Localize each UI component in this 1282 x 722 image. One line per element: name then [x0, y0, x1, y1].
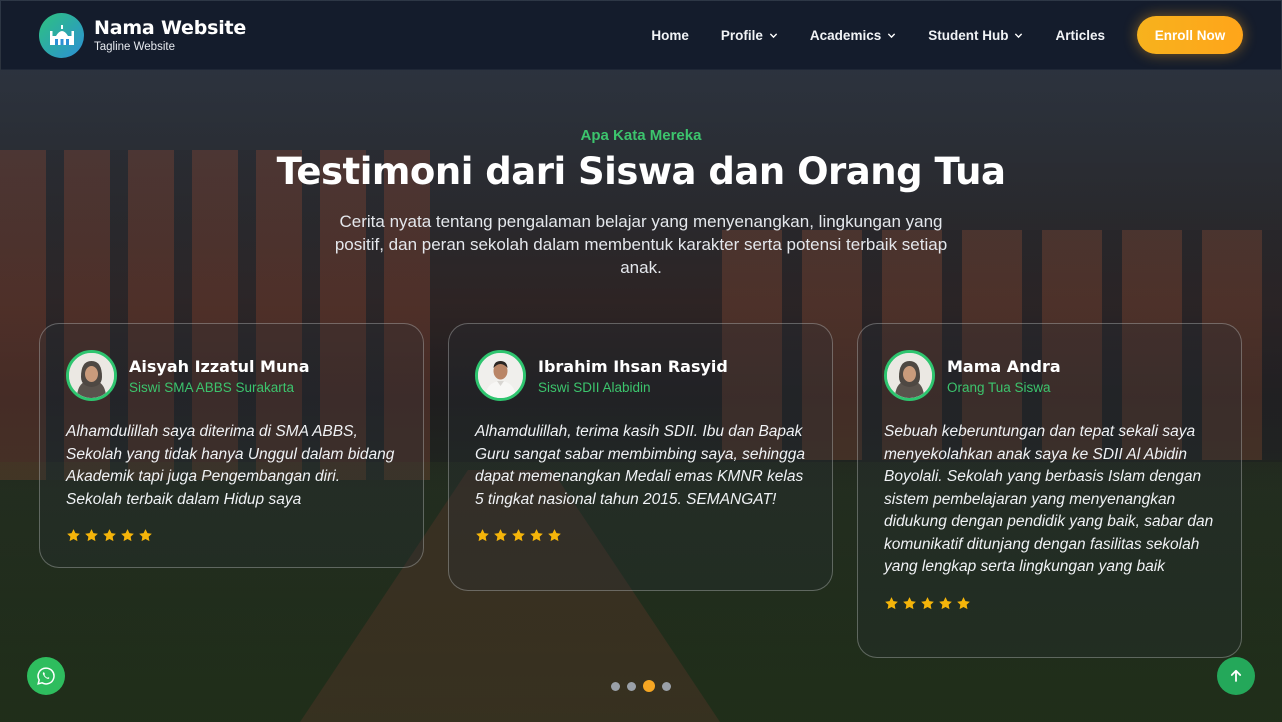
- star-icon: [476, 529, 489, 542]
- star-icon: [103, 529, 116, 542]
- author-name: Ibrahim Ihsan Rasyid: [538, 356, 728, 376]
- star-rating: [475, 528, 806, 543]
- nav-item-label: Academics: [809, 27, 882, 43]
- whatsapp-icon: [37, 667, 55, 685]
- author-info: Mama Andra Orang Tua Siswa: [947, 357, 1061, 395]
- star-icon: [494, 529, 507, 542]
- star-icon: [903, 596, 916, 609]
- star-icon: [957, 596, 970, 609]
- avatar: [475, 350, 526, 401]
- nav-item-home[interactable]: Home: [651, 28, 689, 43]
- star-icon: [67, 529, 80, 542]
- author-role: Orang Tua Siswa: [947, 379, 1051, 395]
- star-icon: [85, 529, 98, 542]
- arrow-up-icon: [1230, 669, 1242, 682]
- star-rating: [66, 528, 397, 543]
- star-icon: [939, 596, 952, 609]
- carousel-dot-active[interactable]: [643, 680, 655, 692]
- site-tagline: Tagline Website: [94, 41, 175, 53]
- author-info: Aisyah Izzatul Muna Siswi SMA ABBS Surak…: [129, 357, 310, 395]
- star-icon: [139, 529, 152, 542]
- brand-text: Nama Website Tagline Website: [94, 17, 246, 53]
- enroll-now-button[interactable]: Enroll Now: [1137, 16, 1243, 54]
- author-role: Siswi SMA ABBS Surakarta: [129, 379, 295, 395]
- section-description: Cerita nyata tentang pengalaman belajar …: [334, 212, 948, 277]
- star-icon: [512, 529, 525, 542]
- main-nav: Home Profile Academics Student Hub Artic…: [651, 16, 1281, 54]
- chevron-down-icon: [1015, 32, 1023, 38]
- section-title: Testimoni dari Siswa dan Orang Tua: [276, 150, 1006, 193]
- nav-item-label: Student Hub: [928, 27, 1009, 43]
- scroll-to-top-button[interactable]: [1217, 657, 1255, 695]
- testimonial-quote: Alhamdulillah, terima kasih SDII. Ibu da…: [475, 423, 805, 508]
- mosque-icon: [39, 12, 84, 58]
- carousel-pagination: [0, 680, 1282, 692]
- author-name: Mama Andra: [947, 356, 1061, 376]
- testimonial-quote: Alhamdulillah saya diterima di SMA ABBS,…: [66, 423, 395, 508]
- nav-item-label: Profile: [720, 27, 763, 43]
- navbar: Nama Website Tagline Website Home Profil…: [1, 1, 1281, 70]
- carousel-dot[interactable]: [662, 681, 671, 691]
- avatar: [66, 350, 117, 401]
- star-icon: [121, 529, 134, 542]
- testimonial-author: Aisyah Izzatul Muna Siswi SMA ABBS Surak…: [66, 350, 397, 401]
- star-icon: [548, 529, 561, 542]
- avatar: [884, 350, 935, 401]
- testimonial-card: Mama Andra Orang Tua Siswa Sebuah keberu…: [857, 323, 1242, 658]
- whatsapp-button[interactable]: [27, 657, 65, 695]
- nav-item-academics[interactable]: Academics: [810, 28, 896, 43]
- testimonial-card: Ibrahim Ihsan Rasyid Siswi SDII Alabidin…: [448, 323, 833, 591]
- carousel-dot[interactable]: [611, 681, 620, 691]
- nav-item-label: Home: [651, 27, 689, 43]
- carousel-dot[interactable]: [627, 681, 636, 691]
- nav-item-profile[interactable]: Profile: [721, 28, 778, 43]
- author-name: Aisyah Izzatul Muna: [129, 356, 310, 376]
- testimonial-author: Ibrahim Ihsan Rasyid Siswi SDII Alabidin: [475, 350, 806, 401]
- nav-item-articles[interactable]: Articles: [1055, 28, 1105, 43]
- star-icon: [921, 596, 934, 609]
- brand[interactable]: Nama Website Tagline Website: [39, 12, 246, 58]
- testimonials-header: Apa Kata Mereka Testimoni dari Siswa dan…: [0, 127, 1282, 279]
- author-role: Siswi SDII Alabidin: [538, 379, 651, 395]
- star-icon: [530, 529, 543, 542]
- chevron-down-icon: [888, 32, 896, 38]
- testimonial-quote: Sebuah keberuntungan dan tepat sekali sa…: [884, 423, 1214, 575]
- chevron-down-icon: [769, 32, 778, 38]
- section-eyebrow: Apa Kata Mereka: [580, 127, 702, 144]
- testimonial-card: Aisyah Izzatul Muna Siswi SMA ABBS Surak…: [39, 323, 424, 568]
- star-icon: [885, 596, 898, 609]
- nav-item-student-hub[interactable]: Student Hub: [928, 28, 1023, 43]
- site-title: Nama Website: [94, 17, 247, 39]
- star-rating: [884, 596, 1215, 611]
- author-info: Ibrahim Ihsan Rasyid Siswi SDII Alabidin: [538, 357, 728, 395]
- testimonial-author: Mama Andra Orang Tua Siswa: [884, 350, 1215, 401]
- nav-item-label: Articles: [1055, 27, 1105, 43]
